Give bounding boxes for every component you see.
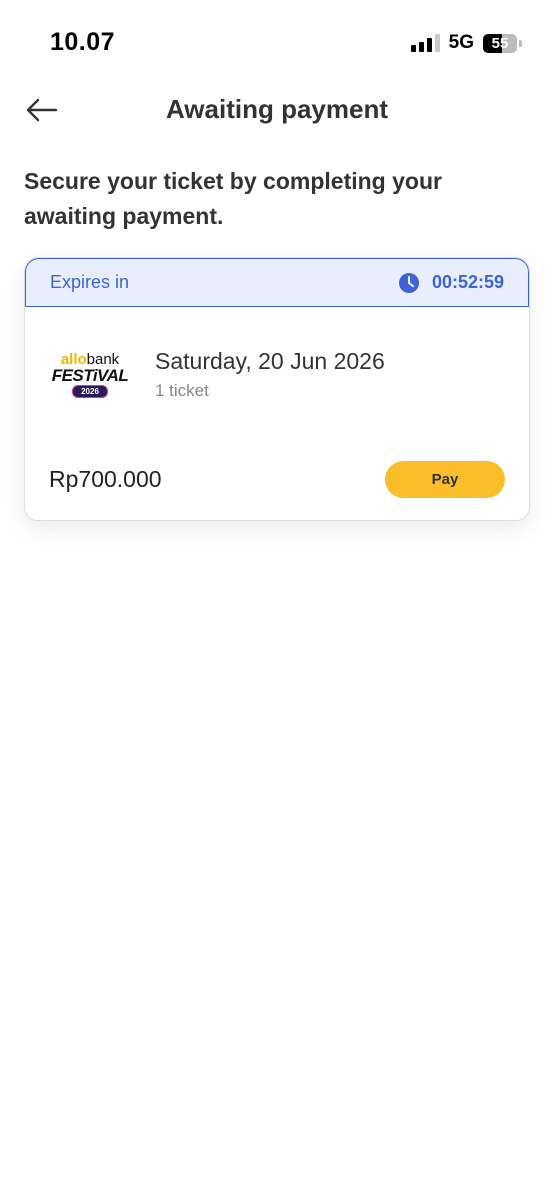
battery-level: 55 <box>491 34 509 52</box>
event-date: Saturday, 20 Jun 2026 <box>155 348 385 374</box>
pay-button[interactable]: Pay <box>385 460 505 498</box>
status-bar: 10.07 5G 55 <box>0 0 554 80</box>
expires-label: Expires in <box>50 272 130 292</box>
intro-text: Secure your ticket by completing your aw… <box>24 168 442 229</box>
countdown-timer: 00:52:59 <box>398 272 504 294</box>
network-type: 5G <box>448 32 474 53</box>
status-time: 10.07 <box>50 28 116 56</box>
page-title: Awaiting payment <box>165 94 388 124</box>
logo-festival: FESTiVAL <box>51 365 129 385</box>
logo-year: 2026 <box>72 384 108 398</box>
logo-bank: bank <box>86 350 120 368</box>
battery-icon: 55 <box>483 33 517 53</box>
battery-cap <box>519 39 522 47</box>
signal-icon <box>410 34 440 52</box>
event-row: allobank FESTiVAL 2026 Saturday, 20 Jun … <box>49 348 385 401</box>
clock-icon <box>398 272 419 293</box>
payment-card: Expires in 00:52:59 allobank FESTiVAL 20… <box>24 257 530 521</box>
total-price: Rp700.000 <box>49 465 162 492</box>
status-indicators: 5G 55 <box>410 32 522 54</box>
price-row: Rp700.000 Pay <box>49 460 505 498</box>
timer-value: 00:52:59 <box>431 272 504 292</box>
event-logo: allobank FESTiVAL 2026 <box>49 349 131 401</box>
ticket-count: 1 ticket <box>155 381 209 400</box>
header: Awaiting payment <box>0 86 554 134</box>
event-info: Saturday, 20 Jun 2026 1 ticket <box>155 348 385 401</box>
logo-allo: allo <box>60 350 87 368</box>
expires-bar: Expires in 00:52:59 <box>25 258 529 307</box>
